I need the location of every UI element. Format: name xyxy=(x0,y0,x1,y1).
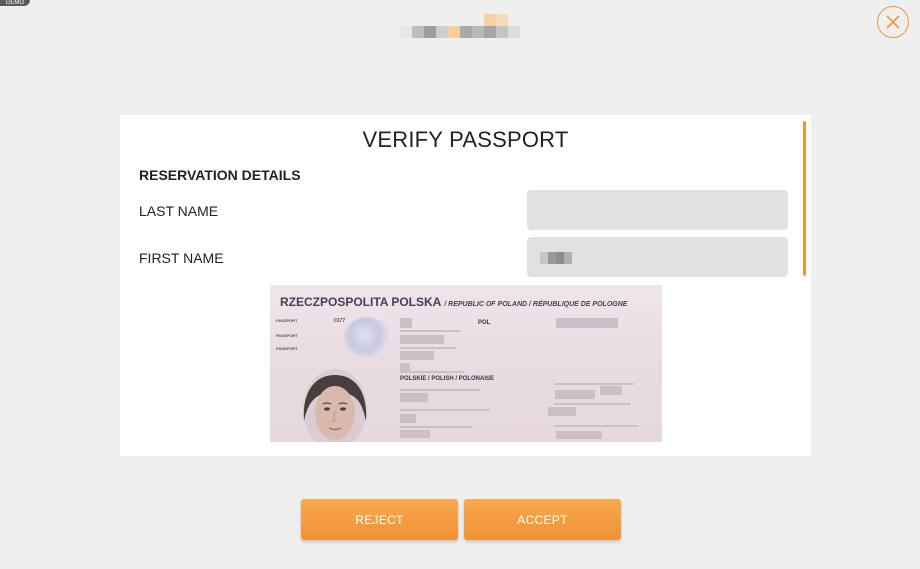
close-button[interactable] xyxy=(877,6,909,38)
brand-logo xyxy=(396,14,536,50)
reservation-details-heading: RESERVATION DETAILS xyxy=(139,167,301,183)
reject-button[interactable]: REJECT xyxy=(301,499,458,540)
passport-scan-image: RZECZPOSPOLITA POLSKA / REPUBLIC OF POLA… xyxy=(270,285,662,442)
passport-header: RZECZPOSPOLITA POLSKA / REPUBLIC OF POLA… xyxy=(280,295,628,309)
passport-photo xyxy=(303,369,367,442)
page-title: VERIFY PASSPORT xyxy=(362,127,569,152)
close-icon xyxy=(886,15,900,29)
accept-button[interactable]: ACCEPT xyxy=(464,499,621,540)
redacted-first-name xyxy=(540,252,572,264)
last-name-field[interactable] xyxy=(527,190,788,230)
first-name-label: FIRST NAME xyxy=(139,250,224,266)
demo-badge: DEMO xyxy=(0,0,30,6)
verify-passport-panel: VERIFY PASSPORT RESERVATION DETAILS LAST… xyxy=(120,115,811,456)
last-name-label: LAST NAME xyxy=(139,203,219,219)
hologram xyxy=(344,317,390,357)
